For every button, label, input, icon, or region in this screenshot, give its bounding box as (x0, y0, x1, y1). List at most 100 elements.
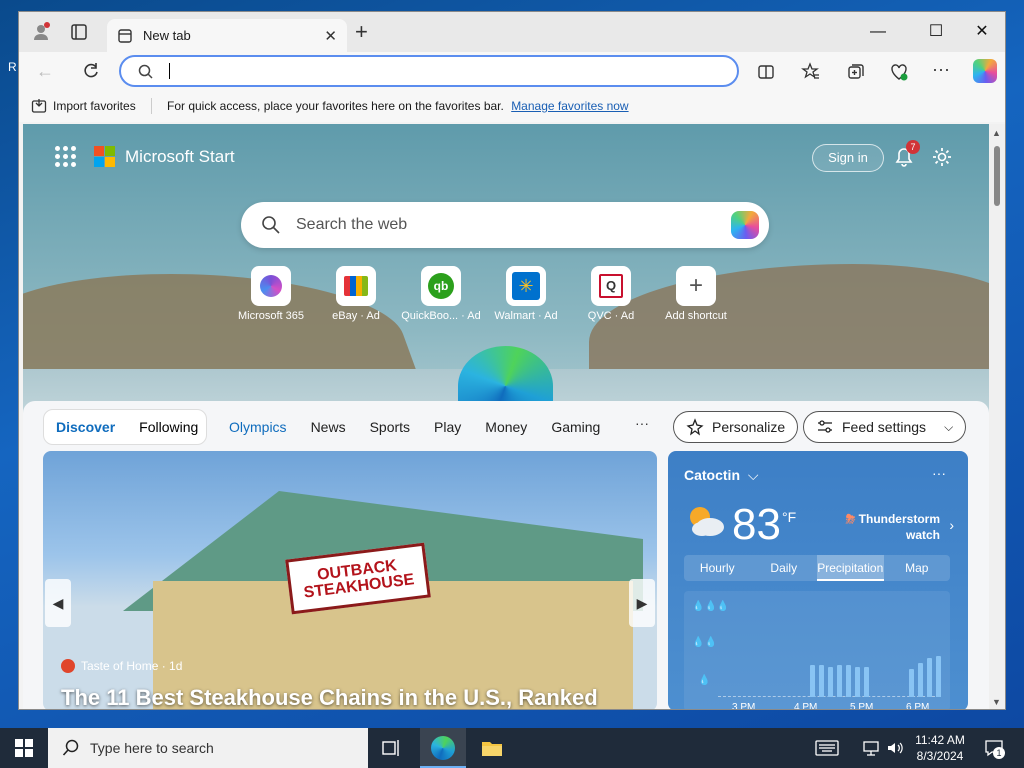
scroll-down-icon[interactable]: ▼ (992, 697, 1001, 707)
volume-icon[interactable] (886, 739, 904, 757)
taskbar-search-box[interactable]: Type here to search (48, 728, 368, 768)
system-clock[interactable]: 11:42 AM 8/3/2024 (910, 732, 970, 764)
weather-alert[interactable]: ⛈ Thunderstorm watch (840, 511, 940, 543)
action-center-button[interactable]: 1 (984, 738, 1005, 759)
chevron-down-icon: ⌵ (944, 419, 954, 434)
sparkle-star-icon (686, 418, 704, 436)
add-shortcut-button[interactable]: + Add shortcut (665, 266, 727, 322)
feed-settings-button[interactable]: Feed settings ⌵ (803, 411, 967, 443)
next-arrow-icon[interactable]: ▶ (629, 579, 655, 627)
gear-icon[interactable] (931, 146, 953, 168)
category-olympics[interactable]: Olympics (229, 419, 287, 435)
desktop-edge-text: R (8, 60, 17, 74)
time-label: 5 PM (850, 702, 874, 710)
walmart-icon: ✳ (512, 272, 540, 300)
tab-new-tab[interactable]: New tab ✕ (107, 19, 347, 52)
scroll-thumb[interactable] (994, 146, 1000, 206)
shortcut-qvc[interactable]: Q QVC · Ad (588, 266, 634, 322)
plus-icon: + (688, 272, 703, 299)
weather-card: Catoctin ⌵ ··· 83 °F ⛈ Thunderstorm watc… (668, 451, 968, 710)
divider (151, 98, 152, 114)
tab-daily[interactable]: Daily (751, 555, 818, 581)
more-categories-button[interactable]: ··· (635, 415, 649, 431)
category-money[interactable]: Money (485, 419, 527, 435)
close-tab-icon[interactable]: ✕ (324, 27, 337, 45)
task-view-icon[interactable] (380, 736, 404, 760)
precipitation-bar (855, 667, 860, 697)
action-center-badge: 1 (993, 747, 1005, 759)
brand-title[interactable]: Microsoft Start (125, 147, 235, 167)
tab-hourly[interactable]: Hourly (684, 555, 751, 581)
light-rain-drop-icon: 💧 (698, 675, 711, 686)
copilot-icon[interactable] (731, 211, 759, 239)
new-tab-page: Microsoft Start Sign in 7 Search the web… (23, 124, 989, 710)
web-search-box[interactable]: Search the web (241, 202, 769, 248)
qvc-icon: Q (599, 274, 623, 298)
hero-article-card[interactable]: OUTBACK STEAKHOUSE ◀ ▶ Taste of Home · 1… (43, 451, 657, 709)
previous-arrow-icon[interactable]: ◀ (45, 579, 71, 627)
network-icon[interactable] (862, 739, 880, 757)
moderate-rain-drops-icon: 💧💧 (692, 637, 717, 648)
scroll-up-icon[interactable]: ▲ (992, 128, 1001, 138)
precipitation-bar (810, 665, 815, 697)
weather-location[interactable]: Catoctin ⌵ (684, 467, 759, 484)
favorites-message: For quick access, place your favorites h… (167, 99, 629, 113)
shortcut-label: Add shortcut (665, 310, 727, 322)
category-play[interactable]: Play (434, 419, 461, 435)
ebay-icon (344, 276, 368, 296)
maximize-button[interactable]: ☐ (913, 18, 959, 46)
tab-following[interactable]: Following (127, 419, 210, 435)
file-explorer-icon[interactable] (480, 736, 504, 760)
shortcut-quickbooks[interactable]: qb QuickBoo... · Ad (401, 266, 481, 322)
search-icon (62, 739, 79, 756)
tab-map[interactable]: Map (884, 555, 951, 581)
browser-essentials-icon[interactable] (889, 62, 909, 82)
browser-window: New tab ✕ + — ☐ ✕ ← ··· Import favorites… (18, 11, 1006, 710)
split-screen-icon[interactable] (756, 62, 776, 82)
keyboard-icon[interactable] (815, 739, 839, 757)
weather-location-label: Catoctin (684, 467, 740, 483)
profile-icon[interactable] (31, 22, 51, 42)
minimize-button[interactable]: — (855, 18, 901, 46)
collections-icon[interactable] (845, 62, 865, 82)
search-icon (262, 216, 280, 234)
text-caret (169, 63, 170, 79)
weather-tabs: Hourly Daily Precipitation Map (684, 555, 950, 581)
close-window-button[interactable]: ✕ (959, 18, 1005, 46)
shortcut-ebay[interactable]: eBay · Ad (332, 266, 380, 322)
chevron-right-icon[interactable]: › (949, 517, 954, 533)
category-gaming[interactable]: Gaming (551, 419, 600, 435)
shortcut-walmart[interactable]: ✳ Walmart · Ad (494, 266, 558, 322)
tab-precipitation[interactable]: Precipitation (817, 555, 884, 581)
copilot-icon[interactable] (973, 59, 997, 83)
article-headline[interactable]: The 11 Best Steakhouse Chains in the U.S… (61, 685, 598, 709)
search-icon (138, 64, 153, 79)
start-button[interactable] (0, 728, 48, 768)
import-favorites-button[interactable]: Import favorites (31, 98, 136, 114)
more-menu-icon[interactable]: ··· (931, 59, 951, 79)
manage-favorites-link[interactable]: Manage favorites now (511, 99, 628, 113)
page-scrollbar[interactable]: ▲ ▼ (989, 124, 1005, 709)
favorites-star-icon[interactable] (801, 62, 821, 82)
feed-pivot: Discover Following (43, 409, 207, 445)
browser-toolbar: ← ··· (19, 52, 1005, 90)
shortcut-microsoft-365[interactable]: Microsoft 365 (238, 266, 304, 322)
quickbooks-icon: qb (428, 273, 454, 299)
category-news[interactable]: News (311, 419, 346, 435)
back-button[interactable]: ← (35, 61, 55, 81)
heavy-rain-drops-icon: 💧💧💧 (692, 601, 730, 612)
category-sports[interactable]: Sports (370, 419, 410, 435)
tab-actions-icon[interactable] (69, 22, 89, 42)
sign-in-button[interactable]: Sign in (812, 144, 884, 172)
refresh-icon[interactable] (81, 61, 101, 81)
new-tab-button[interactable]: + (355, 21, 368, 43)
address-bar[interactable] (119, 55, 739, 87)
personalize-button[interactable]: Personalize (673, 411, 799, 443)
edge-taskbar-button[interactable] (420, 728, 466, 768)
app-launcher-icon[interactable] (55, 146, 76, 167)
sliders-icon (818, 420, 832, 433)
precipitation-bar (909, 669, 914, 697)
clock-date: 8/3/2024 (916, 749, 964, 763)
weather-more-icon[interactable]: ··· (932, 465, 946, 481)
tab-discover[interactable]: Discover (44, 419, 127, 435)
